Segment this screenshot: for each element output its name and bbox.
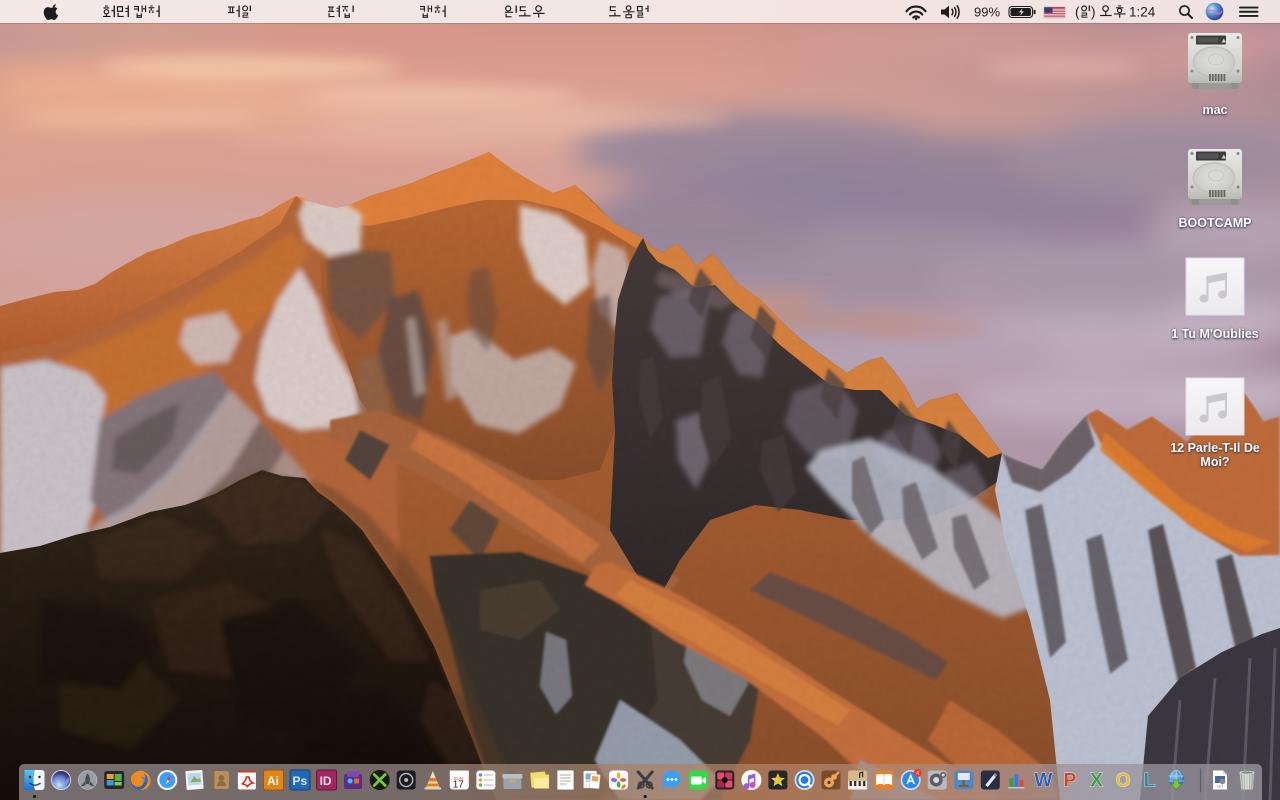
svg-text:X: X (1090, 771, 1103, 792)
svg-text:W: W (1034, 771, 1052, 792)
svg-text:ID: ID (320, 774, 332, 788)
svg-text:Ai: Ai (267, 774, 279, 788)
svg-text:1:24: 1:24 (1129, 5, 1156, 20)
svg-text:mp3: mp3 (1217, 785, 1223, 789)
svg-text:): ) (1091, 5, 1096, 20)
svg-text:O: O (1116, 771, 1131, 792)
svg-text:99%: 99% (974, 5, 1000, 20)
svg-text:(: ( (1075, 5, 1080, 20)
svg-text:P: P (1064, 771, 1077, 792)
svg-text:L: L (1144, 771, 1156, 792)
svg-text:4: 4 (916, 771, 919, 777)
svg-text:Ps: Ps (293, 774, 308, 788)
svg-text:17: 17 (453, 780, 465, 791)
